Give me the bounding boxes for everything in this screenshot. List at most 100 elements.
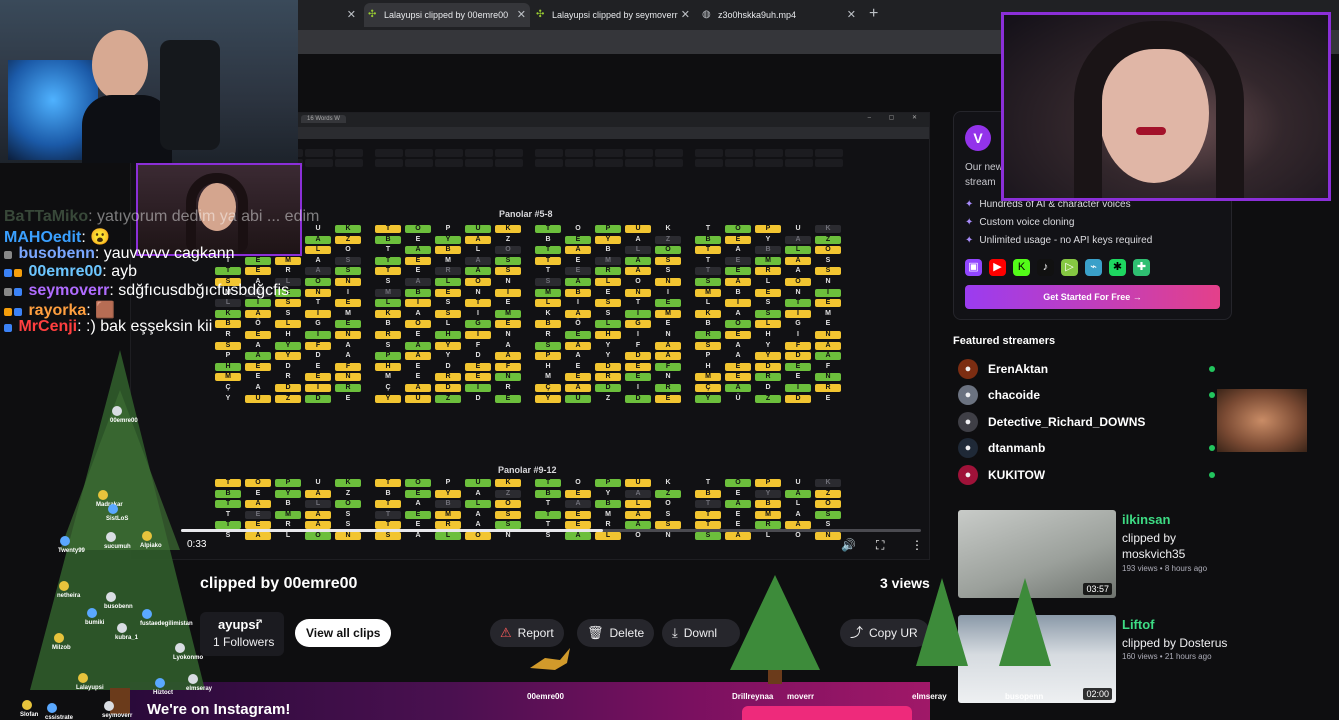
tab-mp4[interactable]: ◍ z3o0hskka9uh.mp4 ✕ (700, 3, 860, 27)
youtube-icon[interactable]: ▶ (989, 259, 1006, 276)
twitch-icon[interactable]: ▣ (965, 259, 982, 276)
live-indicator (1209, 445, 1215, 451)
letter-cell: Y (755, 352, 781, 361)
letter-cell: A (255, 341, 261, 349)
delete-button[interactable]: 🗑 Delete (577, 619, 655, 647)
overlay-name: busopenn (1005, 692, 1044, 701)
streamer-name: ErenAktan (988, 362, 1049, 376)
close-icon[interactable]: ✕ (347, 8, 356, 21)
emote-image (1217, 389, 1307, 452)
tab-clip-00emre00[interactable]: ✣ Lalayupsi clipped by 00emre00 ✕ (364, 3, 530, 27)
get-started-button[interactable]: Get Started For Free → (965, 285, 1220, 309)
tree-username: Hiztoct (153, 690, 173, 696)
ornament-icon (54, 633, 64, 643)
tiktok-icon[interactable]: ♪ (1037, 259, 1054, 276)
letter-cell: I (815, 288, 841, 297)
discord-icon[interactable]: ✚ (1133, 259, 1150, 276)
letter-cell: E (495, 320, 521, 329)
streamer-item[interactable]: ● dtanmanb (958, 437, 1218, 459)
kick-icon[interactable]: K (1013, 259, 1030, 276)
letter-cell: I (667, 288, 669, 296)
letter-cell: R (755, 373, 781, 382)
letter-cell: E (565, 235, 591, 244)
tab-hidden[interactable]: ✕ (300, 3, 360, 27)
letter-cell: T (375, 225, 401, 233)
letter-cell: B (535, 489, 561, 498)
letter-cell: A (625, 267, 651, 276)
plus-icon[interactable]: + (869, 5, 878, 23)
letter-cell: N (815, 373, 841, 382)
badge-icon (14, 269, 22, 277)
letter-cell: B (705, 320, 711, 328)
letter-cell: Z (275, 394, 301, 403)
letter-cell: E (245, 510, 271, 519)
letter-cell: S (275, 299, 301, 308)
letter-cell: L (595, 320, 621, 329)
letter-cell: S (825, 256, 831, 264)
trovo-icon[interactable]: ✱ (1109, 259, 1126, 276)
letter-cell: E (665, 320, 671, 328)
letter-cell: Z (335, 235, 361, 244)
instagram-button[interactable] (742, 706, 912, 720)
letter-cell: M (345, 309, 351, 317)
fullscreen-icon[interactable]: ⛶ (876, 538, 884, 553)
letter-cell: E (465, 362, 491, 371)
letter-cell: I (785, 309, 811, 318)
tree-username: seymoverr (102, 713, 133, 719)
letter-cell: I (305, 331, 331, 339)
letter-cell: B (545, 235, 551, 243)
ornament-icon (155, 678, 165, 688)
view-all-clips-button[interactable]: View all clips (295, 619, 392, 647)
letter-cell: E (565, 267, 591, 276)
letter-cell: I (495, 288, 521, 297)
letter-cell: O (635, 278, 641, 285)
tree-username: bumiki (85, 620, 105, 626)
letter-cell: S (605, 309, 611, 317)
letter-cell: E (565, 331, 591, 339)
empty-slot (815, 159, 843, 167)
close-icon[interactable]: ✕ (847, 8, 856, 21)
letter-cell: A (735, 246, 741, 254)
letter-cell: N (505, 278, 511, 285)
ornament-icon (188, 674, 198, 684)
person-body (82, 95, 172, 163)
letter-cell: L (535, 299, 561, 308)
letter-cell: E (825, 394, 831, 402)
letter-cell: Ü (245, 394, 271, 403)
progress-bar[interactable] (181, 529, 921, 532)
letter-cell: A (725, 500, 751, 509)
letter-cell: Z (505, 235, 511, 243)
more-options-icon[interactable]: ⋮ (911, 538, 923, 552)
tab-clip-seymoverr[interactable]: ✣ Lalayupsi clipped by seymoverr ✕ (534, 3, 694, 27)
letter-cell: F (305, 341, 331, 350)
volume-icon[interactable]: 🔊 (841, 538, 856, 552)
tree-username: fustaedegilimistan (140, 621, 193, 627)
share-icon: ⤴ (850, 625, 864, 640)
streamer-item[interactable]: ● Detective_Richard_DOWNS (958, 411, 1218, 433)
letter-cell: T (465, 299, 491, 308)
streamer-item[interactable]: ● chacoide (958, 384, 1218, 406)
close-icon[interactable]: ✕ (681, 8, 690, 21)
letter-cell: A (575, 352, 581, 360)
streamer-name: Detective_Richard_DOWNS (988, 415, 1146, 429)
ornament-icon (106, 532, 116, 542)
letter-cell: E (725, 362, 751, 371)
empty-slot (375, 149, 403, 157)
letter-cell: A (315, 256, 321, 264)
download-label: Downl (683, 626, 718, 640)
chat-text: : 🟫 (86, 302, 116, 319)
close-icon[interactable]: ✕ (517, 8, 526, 21)
letter-cell: T (545, 500, 551, 508)
rumble-icon[interactable]: ▷ (1061, 259, 1078, 276)
letter-cell: S (445, 299, 451, 307)
webcam-right (1001, 12, 1331, 201)
external-link-icon[interactable]: ↗ (254, 616, 263, 629)
letter-cell: L (785, 246, 811, 255)
vimeo-icon[interactable]: ⌁ (1085, 259, 1102, 276)
letter-cell: N (475, 288, 481, 296)
tab-label: z3o0hskka9uh.mp4 (718, 10, 797, 20)
letter-cell: S (335, 267, 361, 276)
streamer-item[interactable]: ● ErenAktan (958, 358, 1218, 380)
streamer-item[interactable]: ● KUKITOW (958, 464, 1218, 486)
letter-cell: A (255, 384, 261, 391)
